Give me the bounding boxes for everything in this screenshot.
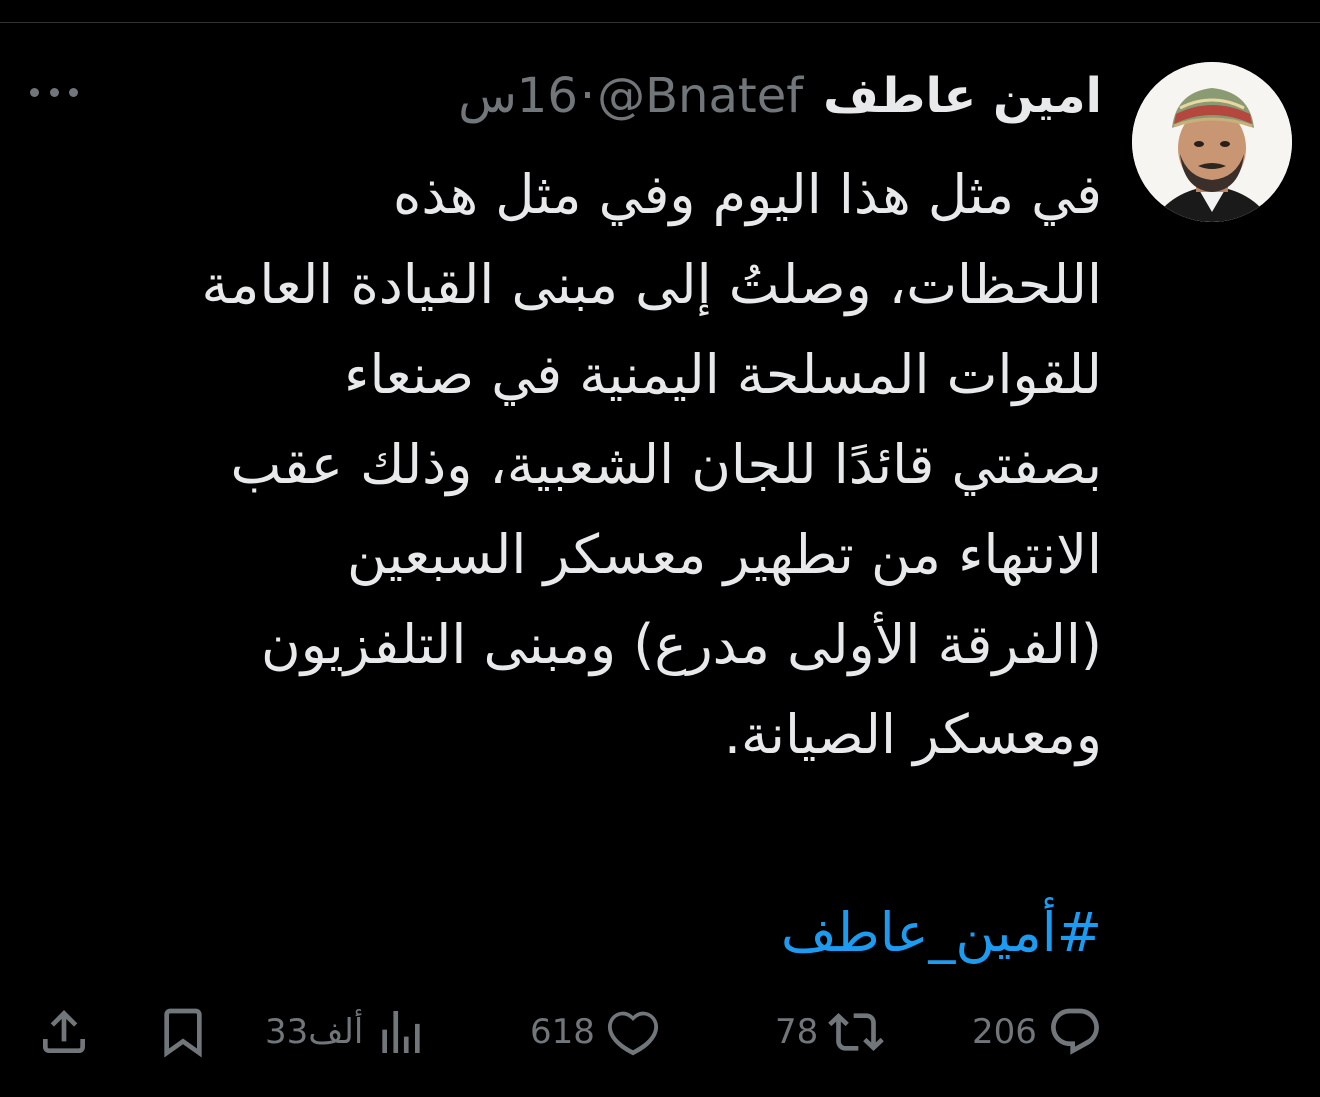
tweet-actions: 206 78 618 33ألف <box>0 1000 1320 1064</box>
author-display-name[interactable]: امين عاطف <box>823 68 1102 124</box>
retweet-icon <box>828 1013 885 1051</box>
tweet-text-line: اللحظات، وصلتُ إلى مبنى القيادة العامة <box>201 253 1102 316</box>
share-button[interactable] <box>36 1000 92 1064</box>
avatar-image <box>1132 62 1292 222</box>
meta-separator: · <box>579 68 596 124</box>
tweet-text-line: الانتهاء من تطهير معسكر السبعين <box>347 523 1102 586</box>
more-horizontal-icon <box>30 87 39 97</box>
like-button[interactable]: 618 <box>530 1000 661 1064</box>
retweet-count: 78 <box>775 1012 819 1052</box>
tweet: امين عاطف @Bnatef · 16 س في مثل هذا اليو… <box>0 0 1320 1097</box>
hashtag-link[interactable]: #أمين_عاطف <box>781 888 1102 978</box>
views-button[interactable]: 33ألف <box>265 1000 429 1064</box>
reply-button[interactable]: 206 <box>972 1000 1103 1064</box>
avatar[interactable] <box>1132 62 1292 222</box>
more-options-button[interactable] <box>30 80 78 104</box>
reply-count: 206 <box>972 1012 1037 1052</box>
like-count: 618 <box>530 1012 595 1052</box>
bookmark-button[interactable] <box>155 1000 211 1064</box>
more-horizontal-icon <box>69 87 78 97</box>
author-meta: @Bnatef · 16 س <box>446 68 803 124</box>
tweet-text-line: (الفرقة الأولى مدرع) ومبنى التلفزيون <box>261 613 1102 676</box>
views-count: 33ألف <box>265 1012 364 1052</box>
timestamp[interactable]: · 16 س <box>446 68 597 124</box>
heart-icon <box>607 1011 658 1056</box>
tweet-text-line: بصفتي قائدًا للجان الشعبية، وذلك عقب <box>230 433 1102 496</box>
tweet-text: في مثل هذا اليوم وفي مثل هذه اللحظات، وص… <box>22 150 1102 780</box>
reply-icon <box>1050 1008 1099 1055</box>
author-handle[interactable]: @Bnatef <box>597 68 803 124</box>
retweet-button[interactable]: 78 <box>775 1000 885 1064</box>
more-horizontal-icon <box>49 87 59 97</box>
tweet-text-line: في مثل هذا اليوم وفي مثل هذه <box>393 163 1102 226</box>
views-icon <box>382 1011 420 1053</box>
time-value: 16 <box>516 68 578 124</box>
tweet-header: امين عاطف @Bnatef · 16 س <box>446 58 1102 134</box>
tweet-text-line: ومعسكر الصيانة. <box>723 703 1102 766</box>
bookmark-icon <box>164 1008 202 1058</box>
tweet-text-line: للقوات المسلحة اليمنية في صنعاء <box>344 343 1102 406</box>
time-unit: س <box>458 68 517 124</box>
share-icon <box>43 1010 85 1053</box>
